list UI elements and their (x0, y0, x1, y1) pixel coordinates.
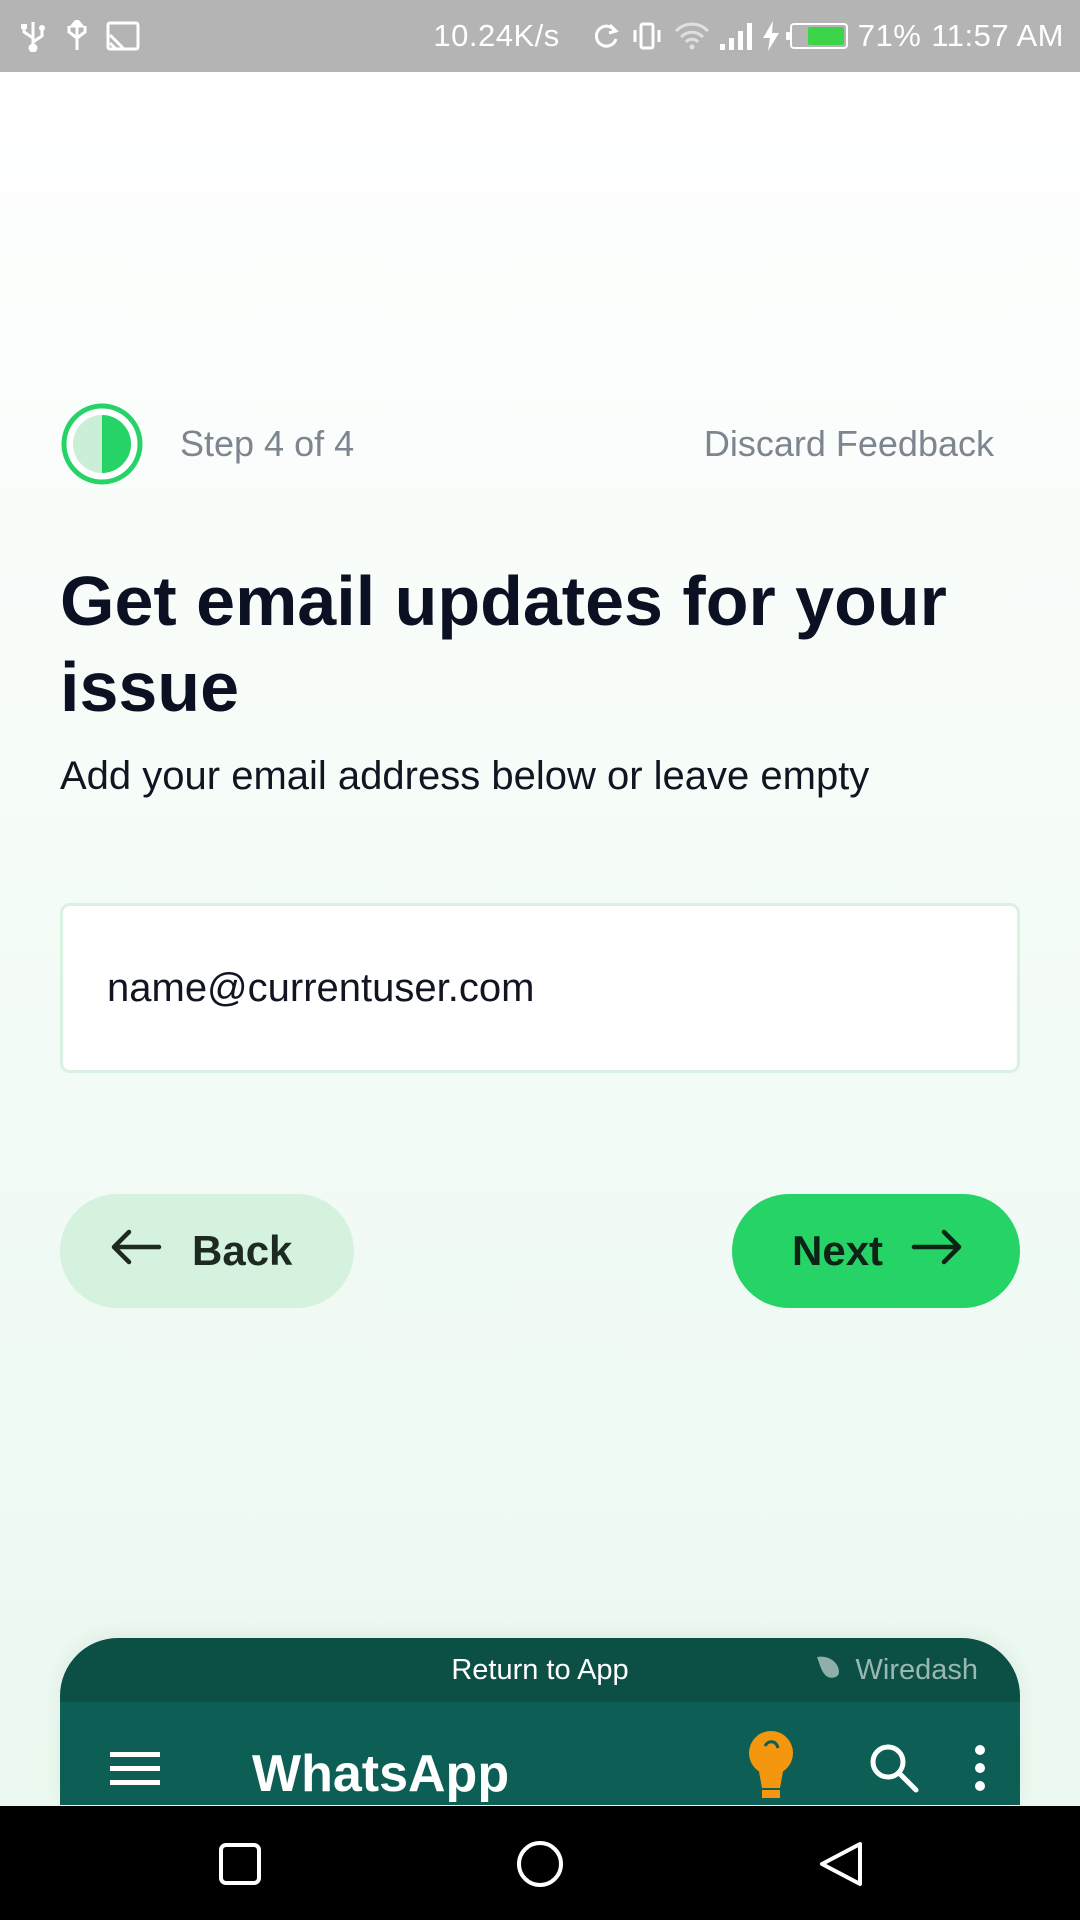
system-nav-bar (0, 1806, 1080, 1920)
arrow-left-icon (110, 1227, 192, 1275)
recents-icon[interactable] (218, 1842, 262, 1891)
preview-app-title: WhatsApp (252, 1745, 510, 1803)
email-field[interactable] (60, 903, 1020, 1073)
discard-feedback-button[interactable]: Discard Feedback (704, 423, 994, 465)
search-icon (868, 1742, 920, 1799)
back-nav-icon[interactable] (818, 1840, 864, 1893)
next-button[interactable]: Next (732, 1194, 1020, 1308)
charging-icon (762, 21, 780, 51)
arrow-right-icon (883, 1227, 963, 1275)
vibrate-icon (630, 21, 664, 51)
page-title: Get email updates for your issue (60, 562, 947, 726)
page-subtitle: Add your email address below or leave em… (60, 754, 870, 798)
signal-icon (719, 22, 752, 50)
sync-icon (592, 22, 620, 50)
lightbulb-icon (748, 1730, 794, 1805)
app-preview-card[interactable]: Return to App Wiredash WhatsApp (60, 1638, 1020, 1805)
more-options-icon (974, 1744, 986, 1797)
preview-bar: Return to App Wiredash (60, 1638, 1020, 1702)
clock: 11:57 AM (931, 18, 1064, 53)
wifi-icon (674, 22, 710, 50)
usb-icon (18, 20, 48, 52)
battery-icon (785, 23, 848, 49)
preview-app-bar: WhatsApp (60, 1702, 1020, 1805)
wiredash-label: Wiredash (855, 1653, 979, 1686)
battery-fill (808, 27, 844, 45)
status-left-icons (18, 20, 140, 52)
step-row: Step 4 of 4 Discard Feedback (60, 402, 994, 486)
battery-percent: 71% (857, 18, 922, 53)
step-label: Step 4 of 4 (180, 423, 355, 464)
menu-icon (110, 1752, 160, 1793)
usb-icon (62, 20, 92, 52)
back-button-label: Back (192, 1227, 293, 1274)
home-icon[interactable] (516, 1840, 564, 1893)
status-right: 10.24K/s 71% 11:57 AM (433, 18, 1064, 54)
next-button-label: Next (792, 1227, 884, 1274)
status-bar: 10.24K/s 71% 11:57 AM (0, 0, 1080, 72)
network-speed: 10.24K/s (433, 18, 560, 53)
screen-cast-icon (106, 21, 140, 51)
step-progress-icon (60, 402, 144, 486)
wiredash-logo-icon (814, 1652, 842, 1688)
wiredash-brand: Wiredash (814, 1638, 979, 1702)
back-button[interactable]: Back (60, 1194, 354, 1308)
